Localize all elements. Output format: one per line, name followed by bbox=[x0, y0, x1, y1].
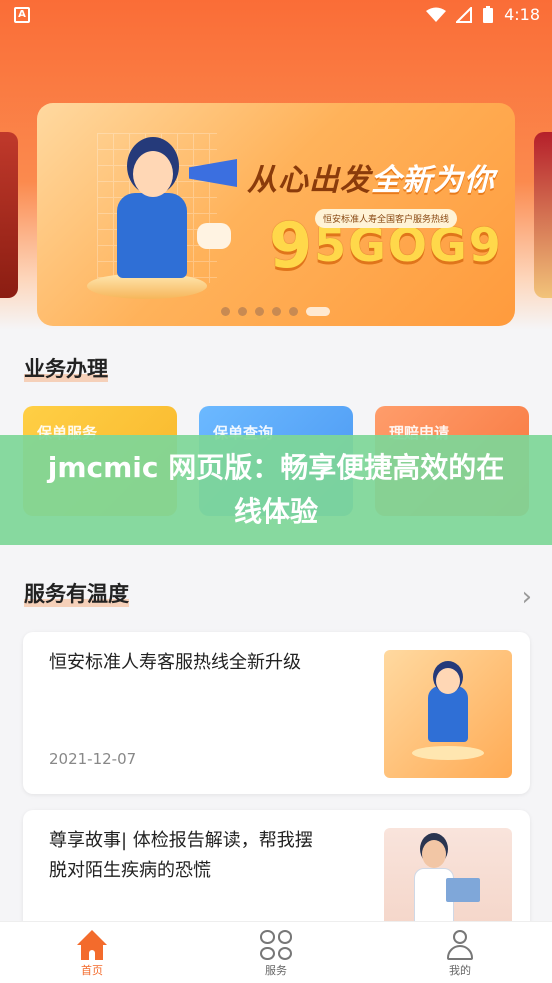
banner-figure bbox=[117, 193, 187, 278]
carousel-dot[interactable] bbox=[238, 307, 247, 316]
chevron-right-icon[interactable]: › bbox=[522, 582, 532, 612]
banner-subtitle: 恒安标准人寿全国客户服务热线 bbox=[315, 209, 458, 228]
bottom-navigation: 首页 服务 我的 bbox=[0, 921, 552, 983]
wifi-icon bbox=[426, 7, 447, 22]
carousel-dot[interactable] bbox=[289, 307, 298, 316]
article-card[interactable]: 恒安标准人寿客服热线全新升级 2021-12-07 bbox=[23, 632, 530, 794]
app-notification-icon: A bbox=[14, 7, 30, 23]
carousel-dot[interactable] bbox=[272, 307, 281, 316]
business-section-title: 业务办理 bbox=[24, 357, 108, 382]
banner-carousel[interactable]: 从心出发全新为你 95GOG9 恒安标准人寿全国客户服务热线 bbox=[37, 103, 515, 326]
user-icon bbox=[444, 930, 476, 960]
home-icon bbox=[76, 930, 108, 960]
carousel-dot[interactable] bbox=[255, 307, 264, 316]
chat-bubble-icon bbox=[197, 223, 231, 249]
carousel-prev-card[interactable] bbox=[0, 132, 18, 298]
banner-title: 从心出发全新为你 bbox=[247, 163, 495, 198]
cellular-icon bbox=[456, 6, 473, 23]
nav-label: 我的 bbox=[449, 964, 471, 977]
article-title: 尊享故事| 体检报告解读，帮我摆脱对陌生疾病的恐慌 bbox=[49, 830, 313, 881]
nav-label: 首页 bbox=[81, 964, 103, 977]
overlay-text: jmcmic 网页版：畅享便捷高效的在线体验 bbox=[47, 451, 505, 528]
article-date: 2021-12-07 bbox=[49, 750, 137, 768]
nav-label: 服务 bbox=[265, 964, 287, 977]
service-icon bbox=[260, 930, 292, 960]
status-bar: A 4:18 bbox=[0, 0, 552, 32]
carousel-dot[interactable] bbox=[221, 307, 230, 316]
status-time: 4:18 bbox=[504, 5, 540, 24]
article-title: 恒安标准人寿客服热线全新升级 bbox=[49, 652, 301, 673]
banner-figure-head bbox=[133, 151, 173, 197]
promo-overlay-banner: jmcmic 网页版：畅享便捷高效的在线体验 bbox=[0, 435, 552, 545]
carousel-dot-active[interactable] bbox=[306, 307, 330, 316]
nav-profile[interactable]: 我的 bbox=[368, 922, 552, 983]
article-thumbnail bbox=[384, 650, 512, 778]
nav-home[interactable]: 首页 bbox=[0, 922, 184, 983]
warm-service-section-title: 服务有温度 bbox=[24, 582, 129, 607]
battery-icon bbox=[483, 5, 494, 23]
carousel-next-card[interactable] bbox=[534, 132, 552, 298]
nav-service[interactable]: 服务 bbox=[184, 922, 368, 983]
carousel-dots bbox=[221, 307, 330, 316]
